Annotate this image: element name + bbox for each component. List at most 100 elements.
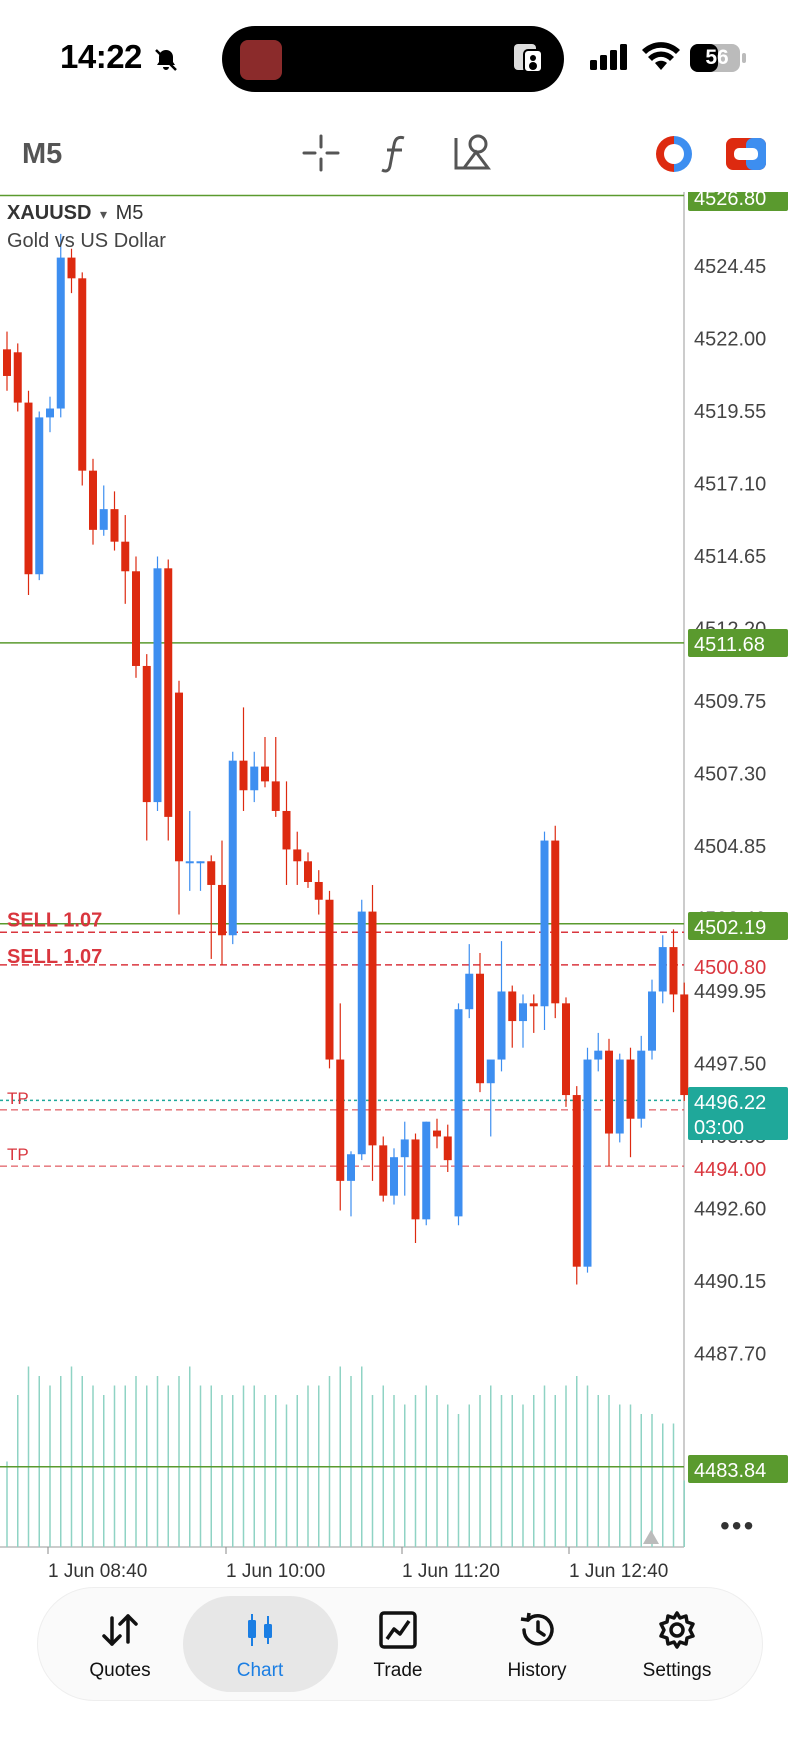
price-badge-label: 4483.84 [694, 1460, 766, 1482]
candle-body [56, 257, 65, 409]
price-tick: 4507.30 [694, 764, 766, 786]
candle-body [626, 1059, 635, 1119]
candle-body [680, 994, 689, 1096]
price-chart[interactable]: SELL 1.07 SELL 1.07 TP TP 4524.45 4522.00 4519… [0, 192, 800, 1592]
nav-history-label: History [507, 1660, 567, 1681]
account-icon[interactable] [726, 136, 766, 172]
function-icon[interactable] [380, 134, 410, 174]
candle-body [175, 692, 183, 862]
price-badge-label: 4502.19 [694, 917, 766, 939]
bell-off-icon [155, 49, 177, 71]
price-tick: 4524.45 [694, 256, 766, 278]
price-badge-label: 4511.68 [694, 634, 765, 656]
quotes-icon [102, 1614, 138, 1646]
candle-body [551, 840, 560, 1004]
candle-body [443, 1136, 452, 1161]
nav-history[interactable]: History [467, 1588, 607, 1700]
nav-settings-label: Settings [642, 1660, 712, 1681]
time-label: 1 Jun 12:40 [569, 1561, 668, 1582]
more-icon[interactable]: ••• [720, 1510, 755, 1542]
price-tick: 4504.85 [694, 836, 766, 858]
time-label: 1 Jun 11:20 [402, 1561, 500, 1582]
nav-trade[interactable]: Trade [328, 1588, 468, 1700]
candle-body [325, 899, 334, 1060]
price-tick: 4487.70 [694, 1344, 766, 1366]
price-badge-label: 4526.80 [694, 192, 766, 210]
candle-body [615, 1059, 624, 1134]
candle-body [164, 568, 173, 817]
candle-body [46, 408, 54, 418]
price-tick: 4517.10 [694, 474, 766, 496]
candle-body [368, 911, 377, 1146]
candle-body [67, 257, 76, 279]
candle-body [228, 760, 237, 936]
tp-label: TP [7, 1089, 29, 1108]
nav-chart-label: Chart [236, 1660, 284, 1681]
screen-mirror-icon [514, 44, 543, 73]
price-tick: 4509.75 [694, 691, 766, 713]
candle-body [3, 349, 11, 376]
nav-quotes[interactable]: Quotes [50, 1588, 190, 1700]
trade-icon [379, 1611, 417, 1649]
candle-body [519, 1003, 527, 1022]
price-tick: 4490.15 [694, 1271, 766, 1293]
sell-order-label: SELL 1.07 [7, 946, 102, 968]
dynamic-island-app-icon [240, 40, 282, 80]
symbol-header[interactable]: XAUUSD ▾ M5 [7, 202, 143, 225]
candle-body [13, 352, 22, 403]
candle-body [153, 568, 162, 803]
candle-body [293, 849, 302, 862]
price-tick: 4492.60 [694, 1199, 766, 1221]
battery-level: 56 [705, 46, 729, 69]
price-badge-label: 4494.00 [694, 1159, 766, 1181]
candle-body [142, 665, 151, 803]
candle-body [540, 840, 549, 1007]
candle-body [239, 760, 248, 791]
time-label: 1 Jun 08:40 [48, 1561, 147, 1582]
candle-body [336, 1059, 345, 1181]
chart-icon [248, 1614, 272, 1646]
price-badge-label: 03:00 [694, 1117, 744, 1139]
signal-icon [590, 44, 627, 70]
candle-body [422, 1121, 431, 1220]
candle-body [648, 991, 656, 1051]
objects-icon[interactable] [452, 132, 492, 172]
price-tick: 4497.50 [694, 1054, 766, 1076]
chart-area[interactable]: SELL 1.07 SELL 1.07 TP TP 4524.45 4522.00 4519… [0, 192, 800, 1592]
price-tick: 4514.65 [694, 546, 766, 568]
candle-body [400, 1139, 409, 1158]
candle-body [110, 509, 119, 542]
status-bar: 14:22 56 [0, 0, 800, 120]
candle-body [572, 1095, 581, 1267]
candle-body [89, 470, 97, 530]
crosshair-icon[interactable] [302, 134, 340, 172]
candle-body [529, 1003, 538, 1007]
nav-chart[interactable]: Chart [190, 1588, 330, 1700]
wifi-icon [642, 42, 680, 70]
candle-body [271, 781, 280, 811]
time-label: 1 Jun 10:00 [226, 1561, 325, 1582]
nav-trade-label: Trade [373, 1660, 423, 1681]
dropdown-icon: ▾ [100, 206, 108, 222]
candle-body [250, 766, 259, 791]
candle-body [314, 881, 323, 900]
price-badge-label: 4496.22 [694, 1092, 766, 1114]
history-icon [520, 1612, 554, 1646]
candle-body [465, 973, 474, 1010]
candle-body [99, 509, 108, 530]
candle-body [605, 1050, 613, 1134]
candle-body [261, 766, 269, 782]
timeframe-button[interactable]: M5 [22, 138, 62, 171]
price-badge-label: 4500.80 [694, 957, 766, 979]
candle-body [486, 1059, 495, 1084]
candle-body [669, 947, 678, 995]
status-time: 14:22 [60, 38, 142, 75]
candle-body [24, 402, 33, 575]
one-click-trading-icon[interactable] [654, 134, 694, 174]
chart-shift-marker [643, 1530, 659, 1544]
candle-body [132, 571, 140, 666]
candle-body [347, 1154, 355, 1181]
candle-body [583, 1059, 592, 1267]
candle-body [207, 861, 216, 885]
nav-settings[interactable]: Settings [607, 1588, 747, 1700]
